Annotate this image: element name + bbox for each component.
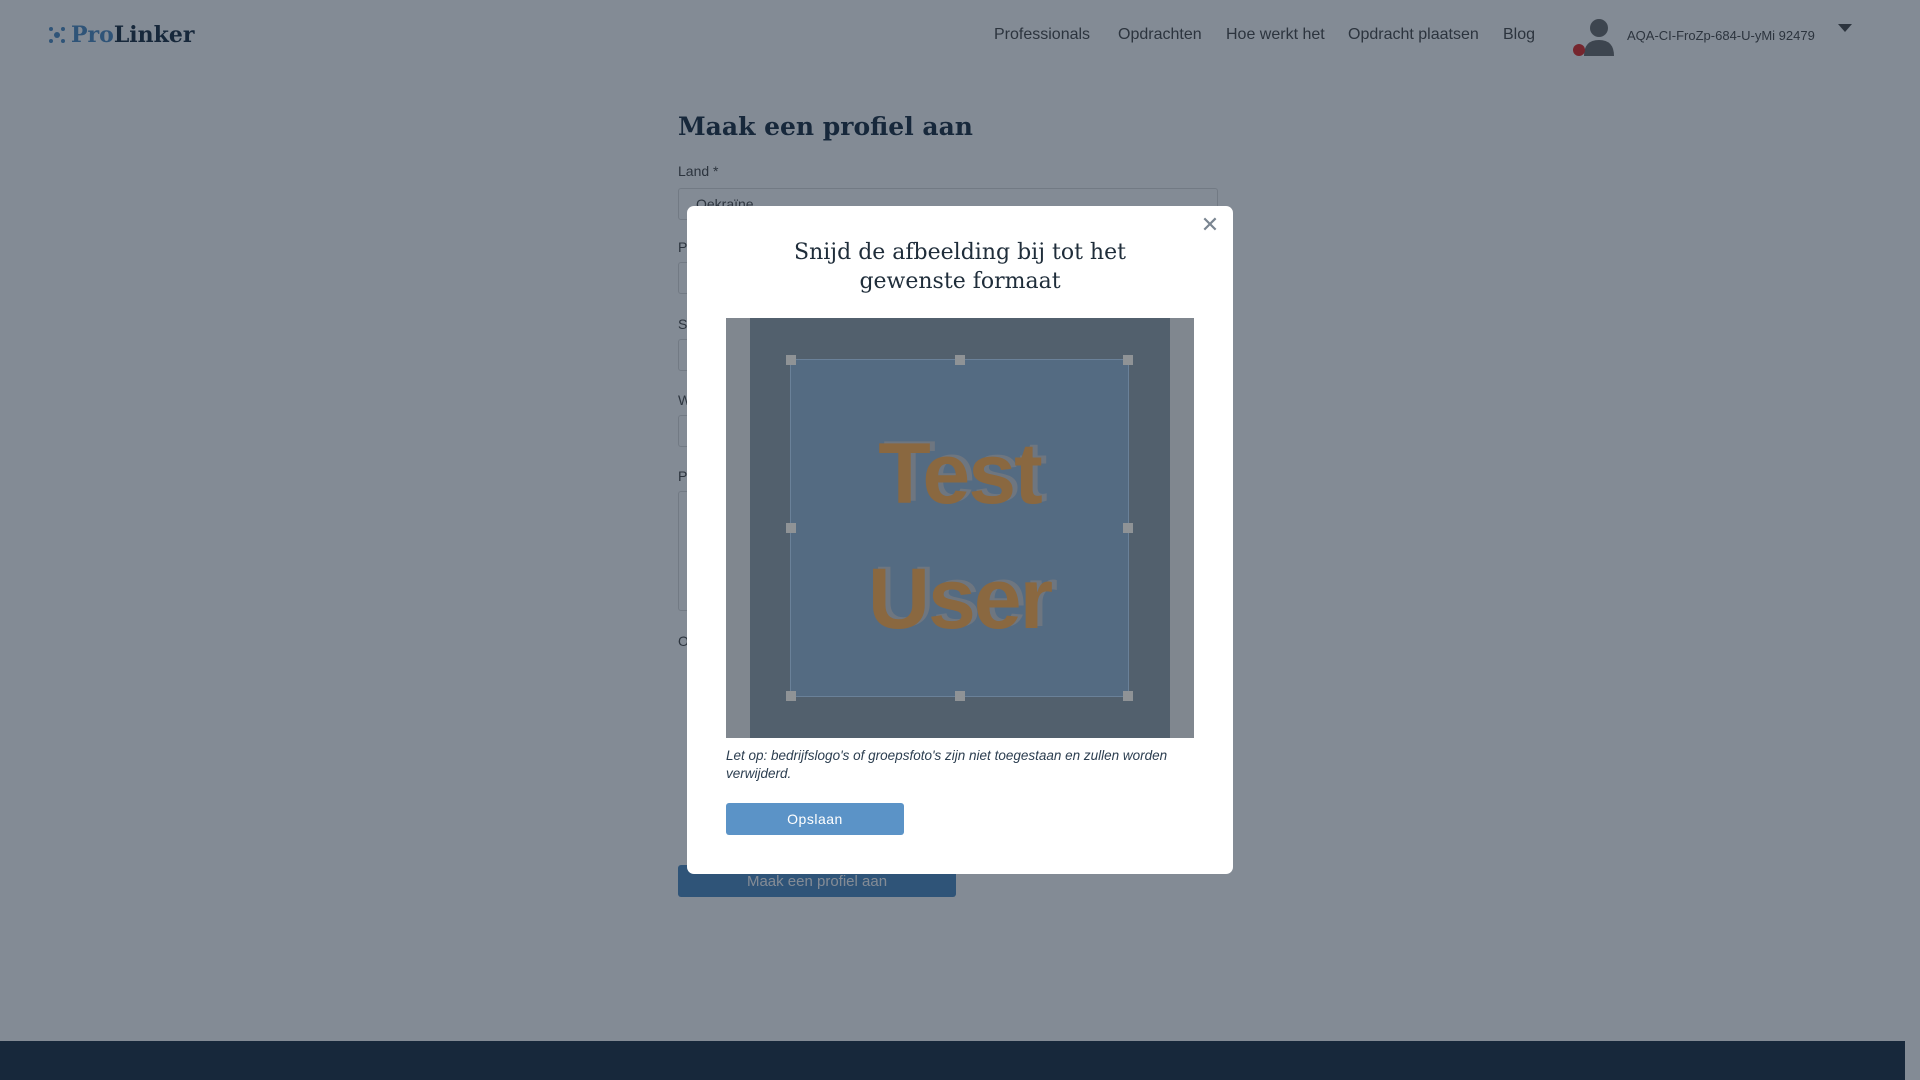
crop-handle-n[interactable] xyxy=(955,355,965,365)
crop-handle-nw[interactable] xyxy=(786,355,796,365)
crop-handle-sw[interactable] xyxy=(786,691,796,701)
crop-handle-s[interactable] xyxy=(955,691,965,701)
image-text-test: Test xyxy=(878,426,1042,522)
close-icon[interactable]: ✕ xyxy=(1200,212,1220,238)
crop-handle-e[interactable] xyxy=(1123,523,1133,533)
crop-handle-w[interactable] xyxy=(786,523,796,533)
save-button[interactable]: Opslaan xyxy=(726,803,904,835)
modal-title: Snijd de afbeelding bij tot het gewenste … xyxy=(687,238,1233,296)
image-text-user: User xyxy=(867,551,1053,647)
crop-handle-ne[interactable] xyxy=(1123,355,1133,365)
crop-handle-se[interactable] xyxy=(1123,691,1133,701)
crop-note: Let op: bedrijfslogo's of groepsfoto's z… xyxy=(726,748,1168,781)
modal-title-line2: gewenste formaat xyxy=(859,269,1061,294)
modal-title-line1: Snijd de afbeelding bij tot het xyxy=(794,240,1126,265)
